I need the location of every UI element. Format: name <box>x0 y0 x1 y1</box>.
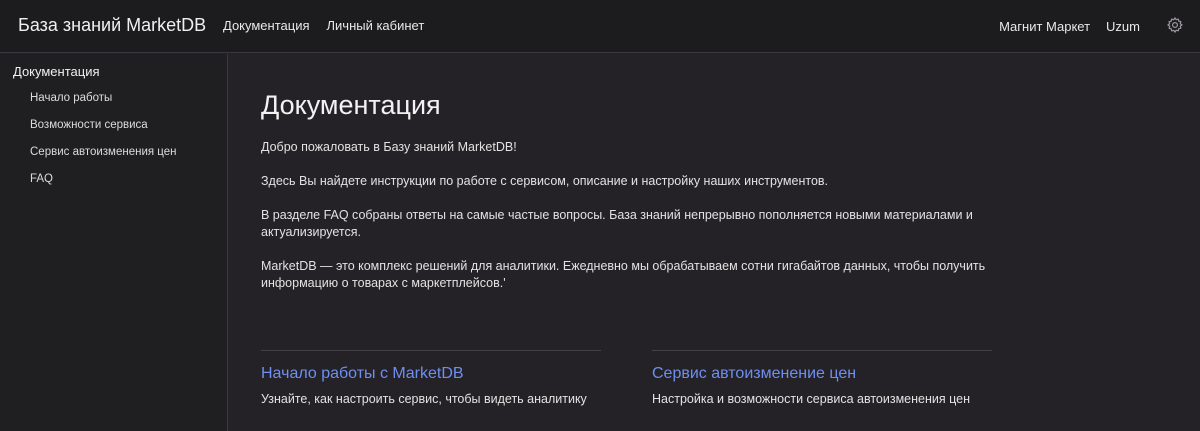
card-description-repricing: Настройка и возможности сервиса автоизме… <box>652 392 970 406</box>
sidebar-item-getting-started[interactable]: Начало работы <box>30 92 177 119</box>
brand-link[interactable]: База знаний MarketDB <box>18 15 206 36</box>
top-right-links: Магнит Маркет Uzum <box>999 16 1184 34</box>
card-repricing: Сервис автоизменение цен Настройка и воз… <box>652 350 992 406</box>
top-navbar: База знаний MarketDB Документация Личный… <box>0 0 1200 53</box>
sidebar: Документация Начало работы Возможности с… <box>0 54 228 431</box>
card-title-getting-started[interactable]: Начало работы с MarketDB <box>261 365 601 383</box>
page-title: Документация <box>261 90 441 120</box>
paragraph-welcome: Добро пожаловать в Базу знаний MarketDB! <box>261 140 517 154</box>
gear-icon[interactable] <box>1166 16 1184 34</box>
paragraph-about: MarketDB — это комплекс решений для анал… <box>261 259 986 290</box>
link-uzum[interactable]: Uzum <box>1106 19 1140 34</box>
nav-link-account[interactable]: Личный кабинет <box>327 18 425 33</box>
sidebar-section-title[interactable]: Документация <box>13 64 100 79</box>
paragraph-faq: В разделе FAQ собраны ответы на самые ча… <box>261 208 973 239</box>
card-getting-started: Начало работы с MarketDB Узнайте, как на… <box>261 350 601 406</box>
link-magnit-market[interactable]: Магнит Маркет <box>999 19 1090 34</box>
sidebar-list: Начало работы Возможности сервиса Сервис… <box>30 92 177 200</box>
card-title-repricing[interactable]: Сервис автоизменение цен <box>652 365 992 383</box>
sidebar-item-features[interactable]: Возможности сервиса <box>30 119 177 146</box>
sidebar-item-repricing[interactable]: Сервис автоизменения цен <box>30 146 177 173</box>
card-description-getting-started: Узнайте, как настроить сервис, чтобы вид… <box>261 392 587 406</box>
sidebar-item-faq[interactable]: FAQ <box>30 173 177 200</box>
nav-link-documentation[interactable]: Документация <box>223 18 310 33</box>
top-nav: Документация Личный кабинет <box>223 18 424 33</box>
paragraph-instructions: Здесь Вы найдете инструкции по работе с … <box>261 174 829 188</box>
